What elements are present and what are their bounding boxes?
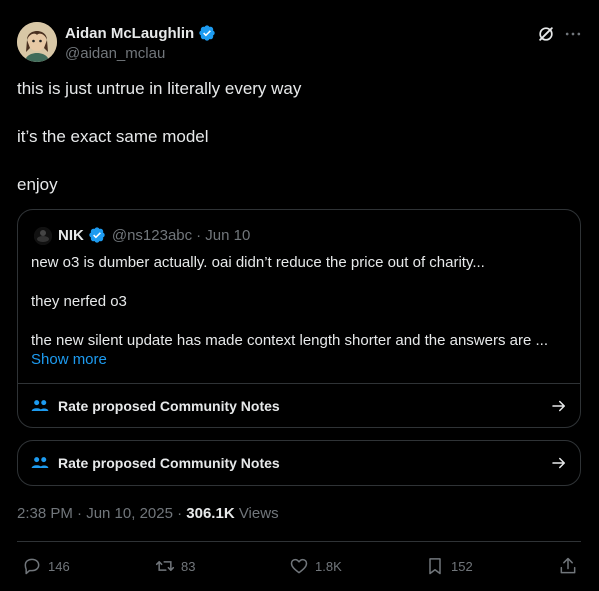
repost-icon <box>155 561 175 571</box>
share-icon <box>560 557 576 574</box>
author-name[interactable]: Aidan McLaughlin <box>65 24 216 42</box>
post-timestamp[interactable]: 2:38 PM · Jun 10, 2025 · <box>17 505 182 522</box>
author-handle[interactable]: @aidan_mclau <box>65 45 165 62</box>
actions-divider <box>17 541 581 542</box>
views-label: Views <box>238 505 279 522</box>
heart-icon <box>290 558 308 574</box>
avatar[interactable] <box>17 22 57 62</box>
bookmark-count: 152 <box>451 558 473 574</box>
quoted-post[interactable]: NIK @ns123abc · Jun 10 new o3 is dumber … <box>17 209 581 428</box>
community-notes-icon <box>31 400 49 411</box>
post-text-line-1: this is just untrue in literally every w… <box>17 79 302 98</box>
reply-button[interactable]: 146 <box>22 556 70 576</box>
quoted-avatar[interactable] <box>34 227 52 245</box>
arrow-right-icon[interactable] <box>550 454 568 472</box>
views-count: 306.1K <box>186 505 235 522</box>
community-notes-row[interactable]: Rate proposed Community Notes <box>30 453 568 473</box>
quoted-community-notes-row[interactable]: Rate proposed Community Notes <box>30 396 568 416</box>
quoted-text-line-1: new o3 is dumber actually. oai didn’t re… <box>31 254 485 271</box>
share-button[interactable] <box>558 556 578 576</box>
like-count: 1.8K <box>315 558 342 574</box>
verified-badge-icon <box>89 227 105 243</box>
repost-button[interactable]: 83 <box>155 556 195 576</box>
post-text-line-3: enjoy <box>17 175 58 194</box>
quoted-divider <box>18 383 580 384</box>
quoted-author-name[interactable]: NIK <box>58 227 84 244</box>
grok-icon[interactable] <box>536 24 556 44</box>
quoted-text-line-3: the new silent update has made context l… <box>31 332 548 349</box>
more-options-icon[interactable] <box>563 24 583 44</box>
quoted-author-handle[interactable]: @ns123abc <box>112 227 192 244</box>
author-name-text[interactable]: Aidan McLaughlin <box>65 25 194 42</box>
arrow-right-icon[interactable] <box>550 397 568 415</box>
community-notes-card[interactable]: Rate proposed Community Notes <box>17 440 581 486</box>
post-meta: 2:38 PM · Jun 10, 2025 · 306.1K Views <box>17 505 279 522</box>
quoted-community-notes-label[interactable]: Rate proposed Community Notes <box>58 398 280 414</box>
community-notes-icon <box>31 457 49 468</box>
quoted-date[interactable]: · Jun 10 <box>196 227 250 244</box>
verified-badge-icon <box>199 25 215 41</box>
quoted-header: NIK @ns123abc · Jun 10 <box>58 226 250 244</box>
repost-count: 83 <box>181 558 196 574</box>
bookmark-button[interactable]: 152 <box>425 556 473 576</box>
show-more-link[interactable]: Show more <box>31 351 107 368</box>
bookmark-icon <box>429 558 441 575</box>
reply-count: 146 <box>48 558 70 574</box>
reply-icon <box>24 558 40 575</box>
like-button[interactable]: 1.8K <box>289 556 342 576</box>
quoted-text-line-2: they nerfed o3 <box>31 293 127 310</box>
community-notes-label[interactable]: Rate proposed Community Notes <box>58 455 280 471</box>
post-text-line-2: it’s the exact same model <box>17 127 209 146</box>
